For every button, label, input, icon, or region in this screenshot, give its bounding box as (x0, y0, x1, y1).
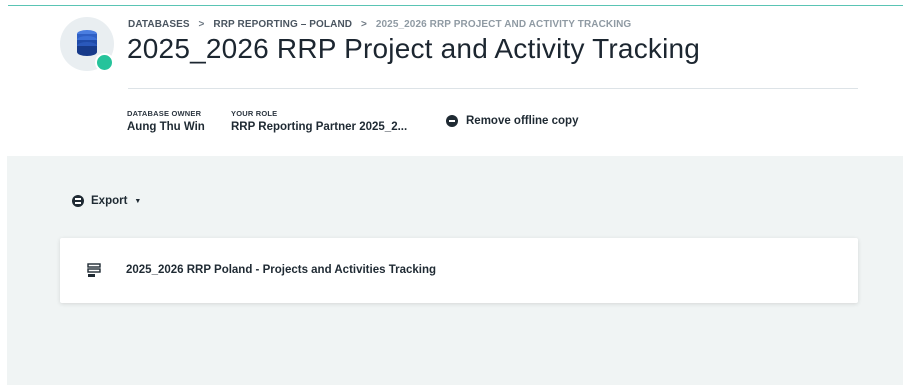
your-role-value: RRP Reporting Partner 2025_2... (231, 121, 408, 133)
your-role-label: YOUR ROLE (231, 109, 278, 118)
breadcrumb-rrp-reporting-poland[interactable]: RRP REPORTING – POLAND (213, 19, 352, 30)
database-owner-value: Aung Thu Win (127, 121, 205, 133)
remove-offline-copy-button[interactable]: Remove offline copy (446, 115, 578, 127)
database-owner-label: DATABASE OWNER (127, 109, 202, 118)
database-owner: DATABASE OWNER Aung Thu Win (127, 109, 205, 133)
breadcrumb: DATABASES > RRP REPORTING – POLAND > 202… (128, 19, 631, 30)
breadcrumb-separator: > (198, 19, 205, 30)
form-name: 2025_2026 RRP Poland - Projects and Acti… (126, 264, 436, 276)
export-label: Export (91, 195, 128, 207)
page-title: 2025_2026 RRP Project and Activity Track… (127, 33, 701, 64)
database-cylinder-icon (77, 30, 97, 56)
breadcrumb-separator: > (360, 19, 367, 30)
form-list-item[interactable]: 2025_2026 RRP Poland - Projects and Acti… (60, 238, 858, 303)
breadcrumb-databases[interactable]: DATABASES (128, 19, 190, 30)
top-accent-line (8, 5, 903, 6)
minus-circle-icon (446, 115, 458, 127)
divider (128, 88, 858, 89)
database-header: DATABASES > RRP REPORTING – POLAND > 202… (0, 0, 903, 156)
your-role: YOUR ROLE RRP Reporting Partner 2025_2..… (231, 109, 407, 133)
page: DATABASES > RRP REPORTING – POLAND > 202… (0, 0, 903, 385)
export-button[interactable]: Export ▼ (72, 195, 141, 207)
breadcrumb-current: 2025_2026 RRP PROJECT AND ACTIVITY TRACK… (375, 19, 632, 30)
form-icon (87, 263, 101, 277)
online-status-dot (95, 53, 114, 72)
remove-offline-copy-label: Remove offline copy (466, 115, 579, 127)
caret-down-icon: ▼ (134, 197, 142, 205)
export-icon (72, 195, 84, 207)
